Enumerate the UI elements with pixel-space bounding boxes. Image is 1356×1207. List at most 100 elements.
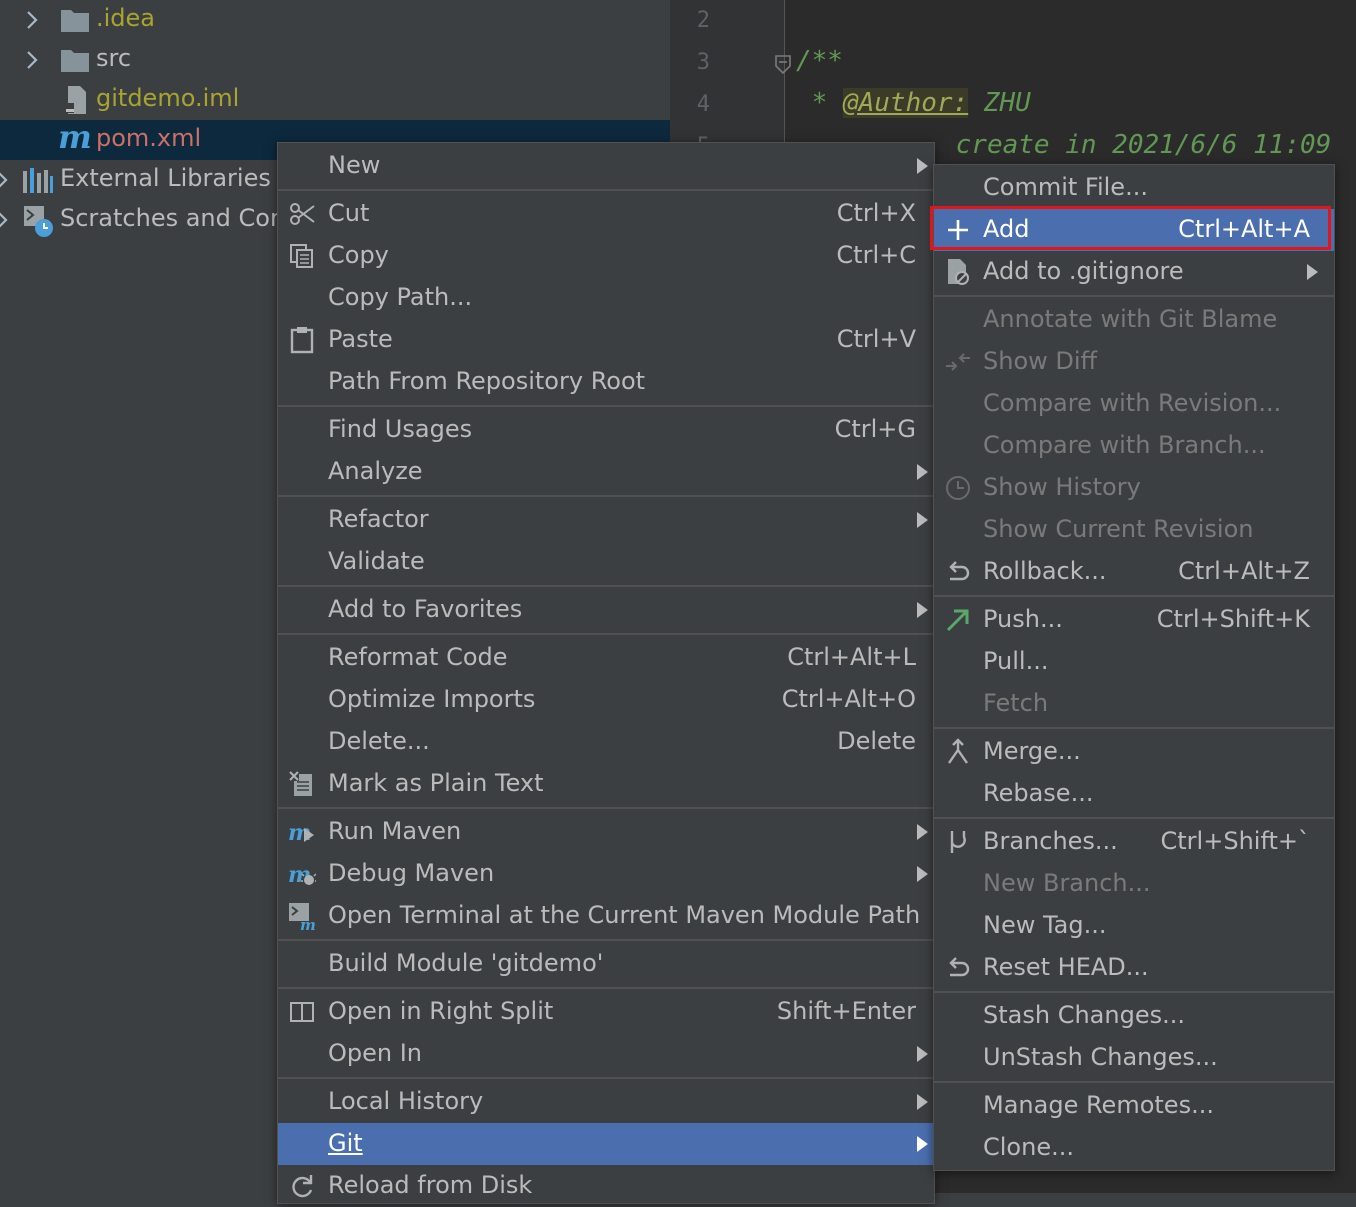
menu-item-label: Commit File... bbox=[983, 173, 1148, 201]
chevron-right-icon[interactable] bbox=[20, 8, 44, 32]
menu-item-open-in-right-split[interactable]: Open in Right Split Shift+Enter bbox=[278, 991, 934, 1033]
submenu-arrow-icon bbox=[917, 1094, 928, 1110]
git-item-rebase[interactable]: Rebase... bbox=[934, 773, 1334, 815]
context-menu: New Cut Ctrl+X Copy Ctrl+C Copy Path... Pa… bbox=[277, 142, 935, 1204]
code-line: * @Author: ZHU bbox=[796, 88, 1031, 118]
menu-item-label: Git bbox=[328, 1129, 363, 1157]
menu-item-label: Fetch bbox=[983, 689, 1049, 717]
git-item-merge[interactable]: Merge... bbox=[934, 731, 1334, 773]
submenu-arrow-icon bbox=[917, 602, 928, 618]
menu-item-label: Stash Changes... bbox=[983, 1001, 1185, 1029]
menu-item-new[interactable]: New bbox=[278, 145, 934, 187]
shortcut-text: Ctrl+Shift+K bbox=[1156, 605, 1310, 633]
menu-separator bbox=[278, 987, 934, 989]
menu-item-delete[interactable]: Delete... Delete bbox=[278, 721, 934, 763]
menu-item-build-module[interactable]: Build Module 'gitdemo' bbox=[278, 943, 934, 985]
menu-item-git[interactable]: Git bbox=[278, 1123, 934, 1165]
shortcut-text: Ctrl+V bbox=[836, 325, 916, 353]
menu-item-label: Show Diff bbox=[983, 347, 1098, 375]
menu-item-path-from-repo-root[interactable]: Path From Repository Root bbox=[278, 361, 934, 403]
git-item-clone[interactable]: Clone... bbox=[934, 1127, 1334, 1169]
git-item-branches[interactable]: Branches... Ctrl+Shift+` bbox=[934, 821, 1334, 863]
menu-item-analyze[interactable]: Analyze bbox=[278, 451, 934, 493]
git-item-unstash[interactable]: UnStash Changes... bbox=[934, 1037, 1334, 1079]
menu-item-label: Validate bbox=[328, 547, 425, 575]
chevron-right-icon[interactable] bbox=[0, 208, 14, 232]
tree-item-idea[interactable]: .idea bbox=[0, 0, 670, 40]
menu-item-local-history[interactable]: Local History bbox=[278, 1081, 934, 1123]
menu-item-label: New Branch... bbox=[983, 869, 1151, 897]
menu-item-optimize-imports[interactable]: Optimize Imports Ctrl+Alt+O bbox=[278, 679, 934, 721]
menu-item-label: Add to Favorites bbox=[328, 595, 523, 623]
tree-item-src[interactable]: src bbox=[0, 40, 670, 80]
menu-item-refactor[interactable]: Refactor bbox=[278, 499, 934, 541]
shortcut-text: Ctrl+Shift+` bbox=[1160, 827, 1310, 855]
tree-item-gitdemo-iml[interactable]: gitdemo.iml bbox=[0, 80, 670, 120]
line-number: 2 bbox=[696, 8, 710, 33]
menu-item-label: Compare with Revision... bbox=[983, 389, 1282, 417]
doc-value: ZHU bbox=[968, 88, 1031, 118]
fold-icon[interactable] bbox=[774, 54, 792, 76]
menu-item-debug-maven[interactable]: m Debug Maven bbox=[278, 853, 934, 895]
menu-item-label: Debug Maven bbox=[328, 859, 495, 887]
menu-item-label: Cut bbox=[328, 199, 370, 227]
chevron-right-icon[interactable] bbox=[0, 168, 14, 192]
menu-separator bbox=[278, 633, 934, 635]
menu-item-cut[interactable]: Cut Ctrl+X bbox=[278, 193, 934, 235]
maven-terminal-icon: m bbox=[289, 903, 316, 930]
git-item-pull[interactable]: Pull... bbox=[934, 641, 1334, 683]
menu-item-mark-as-plain-text[interactable]: Mark as Plain Text bbox=[278, 763, 934, 805]
menu-item-copy[interactable]: Copy Ctrl+C bbox=[278, 235, 934, 277]
push-arrow-icon bbox=[946, 609, 969, 632]
menu-item-label: Show Current Revision bbox=[983, 515, 1254, 543]
shortcut-text: Ctrl+Alt+Z bbox=[1178, 557, 1310, 585]
split-icon bbox=[290, 1002, 314, 1022]
git-item-manage-remotes[interactable]: Manage Remotes... bbox=[934, 1085, 1334, 1127]
menu-item-copy-path[interactable]: Copy Path... bbox=[278, 277, 934, 319]
chevron-right-icon[interactable] bbox=[20, 48, 44, 72]
tree-item-label: gitdemo.iml bbox=[96, 84, 240, 112]
menu-item-label: New bbox=[328, 151, 381, 179]
menu-item-validate[interactable]: Validate bbox=[278, 541, 934, 583]
submenu-arrow-icon bbox=[917, 824, 928, 840]
git-item-new-tag[interactable]: New Tag... bbox=[934, 905, 1334, 947]
menu-item-reformat-code[interactable]: Reformat Code Ctrl+Alt+L bbox=[278, 637, 934, 679]
scissors-icon bbox=[290, 203, 315, 225]
menu-item-label: Open Terminal at the Current Maven Modul… bbox=[328, 901, 921, 929]
doc-value: create in 2021/6/6 11:09 bbox=[940, 130, 1332, 160]
menu-separator bbox=[934, 595, 1334, 597]
menu-item-label: Rollback... bbox=[983, 557, 1107, 585]
git-item-stash[interactable]: Stash Changes... bbox=[934, 995, 1334, 1037]
menu-item-label: Find Usages bbox=[328, 415, 473, 443]
history-icon bbox=[946, 476, 970, 500]
git-item-add-to-gitignore[interactable]: Add to .gitignore bbox=[934, 251, 1334, 293]
git-item-rollback[interactable]: Rollback... Ctrl+Alt+Z bbox=[934, 551, 1334, 593]
menu-item-label: Show History bbox=[983, 473, 1141, 501]
menu-item-open-in[interactable]: Open In bbox=[278, 1033, 934, 1075]
menu-item-open-terminal-maven[interactable]: m Open Terminal at the Current Maven Mod… bbox=[278, 895, 934, 937]
git-item-commit-file[interactable]: Commit File... bbox=[934, 167, 1334, 209]
git-item-push[interactable]: Push... Ctrl+Shift+K bbox=[934, 599, 1334, 641]
git-item-reset-head[interactable]: Reset HEAD... bbox=[934, 947, 1334, 989]
diff-icon bbox=[946, 353, 970, 371]
menu-item-paste[interactable]: Paste Ctrl+V bbox=[278, 319, 934, 361]
git-item-annotate: Annotate with Git Blame bbox=[934, 299, 1334, 341]
doc-annotation: @Author: bbox=[842, 88, 969, 118]
menu-separator bbox=[934, 991, 1334, 993]
menu-item-add-to-favorites[interactable]: Add to Favorites bbox=[278, 589, 934, 631]
menu-item-label: Push... bbox=[983, 605, 1063, 633]
menu-item-label: Reset HEAD... bbox=[983, 953, 1149, 981]
line-number: 3 bbox=[696, 50, 710, 75]
menu-separator bbox=[934, 1081, 1334, 1083]
git-item-compare-revision: Compare with Revision... bbox=[934, 383, 1334, 425]
menu-item-label: Annotate with Git Blame bbox=[983, 305, 1278, 333]
menu-item-find-usages[interactable]: Find Usages Ctrl+G bbox=[278, 409, 934, 451]
menu-item-reload-from-disk[interactable]: Reload from Disk bbox=[278, 1165, 934, 1207]
git-submenu: Commit File... Add Ctrl+Alt+A Add to .git… bbox=[933, 164, 1335, 1171]
menu-separator bbox=[934, 295, 1334, 297]
doc-comment-prefix: * bbox=[796, 88, 843, 118]
menu-item-label: Copy Path... bbox=[328, 283, 473, 311]
menu-item-run-maven[interactable]: m Run Maven bbox=[278, 811, 934, 853]
menu-item-label: New Tag... bbox=[983, 911, 1107, 939]
shortcut-text: Ctrl+G bbox=[834, 415, 916, 443]
